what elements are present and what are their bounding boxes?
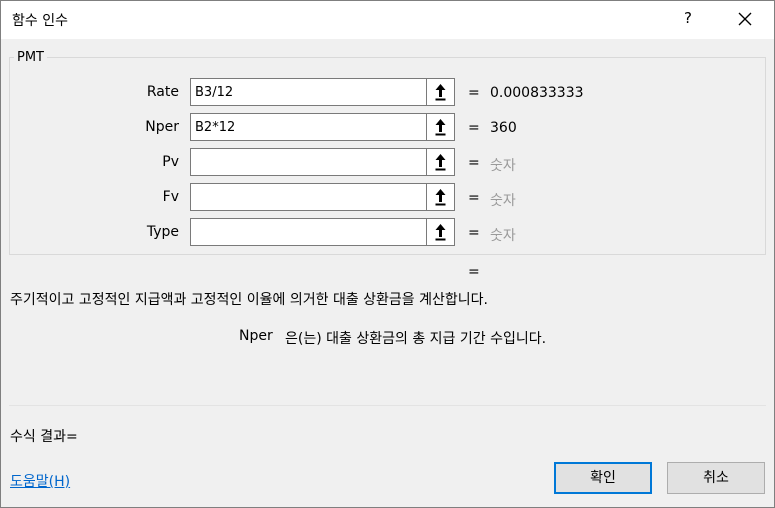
collapse-dialog-button[interactable] [426, 78, 455, 106]
help-link[interactable]: 도움말(H) [10, 471, 70, 491]
argument-result: 360 [490, 120, 517, 136]
function-name: PMT [14, 50, 47, 65]
divider [9, 405, 766, 406]
argument-row: Nper B2*12 = 360 [0, 113, 775, 143]
equals-sign: = [468, 85, 480, 101]
help-button[interactable]: ? [678, 9, 698, 27]
title-bar: 함수 인수 ? [1, 1, 774, 39]
argument-label: Type [146, 224, 179, 240]
argument-result: 0.000833333 [490, 85, 584, 101]
argument-row: Type = 숫자 [0, 218, 775, 248]
argument-label: Nper [145, 119, 179, 135]
arrow-up-collapse-icon [435, 119, 446, 136]
collapse-dialog-button[interactable] [426, 113, 455, 141]
argument-input[interactable] [190, 218, 427, 246]
argument-input[interactable]: B3/12 [190, 78, 427, 106]
overall-equals: = [468, 264, 480, 280]
arrow-up-collapse-icon [435, 84, 446, 101]
argument-result: 숫자 [490, 158, 516, 174]
current-argument-description: 은(는) 대출 상환금의 총 지급 기간 수입니다. [285, 331, 547, 347]
argument-label: Pv [162, 154, 179, 170]
collapse-dialog-button[interactable] [426, 183, 455, 211]
formula-result-label: 수식 결과= [10, 429, 78, 445]
equals-sign: = [468, 190, 480, 206]
collapse-dialog-button[interactable] [426, 148, 455, 176]
function-description: 주기적이고 고정적인 지급액과 고정적인 이율에 의거한 대출 상환금을 계산합… [10, 292, 488, 308]
argument-label: Fv [162, 189, 179, 205]
argument-input[interactable] [190, 183, 427, 211]
current-argument-name: Nper [239, 328, 273, 344]
cancel-button[interactable]: 취소 [667, 462, 765, 494]
argument-input[interactable]: B2*12 [190, 113, 427, 141]
equals-sign: = [468, 155, 480, 171]
arrow-up-collapse-icon [435, 189, 446, 206]
argument-label: Rate [146, 84, 179, 100]
close-icon[interactable] [734, 7, 756, 31]
argument-result: 숫자 [490, 228, 516, 244]
argument-row: Pv = 숫자 [0, 148, 775, 178]
ok-button[interactable]: 확인 [554, 462, 652, 494]
equals-sign: = [468, 120, 480, 136]
argument-row: Rate B3/12 = 0.000833333 [0, 78, 775, 108]
arrow-up-collapse-icon [435, 154, 446, 171]
argument-row: Fv = 숫자 [0, 183, 775, 213]
argument-result: 숫자 [490, 193, 516, 209]
arrow-up-collapse-icon [435, 224, 446, 241]
collapse-dialog-button[interactable] [426, 218, 455, 246]
equals-sign: = [468, 225, 480, 241]
dialog-title: 함수 인수 [12, 13, 68, 29]
argument-input[interactable] [190, 148, 427, 176]
